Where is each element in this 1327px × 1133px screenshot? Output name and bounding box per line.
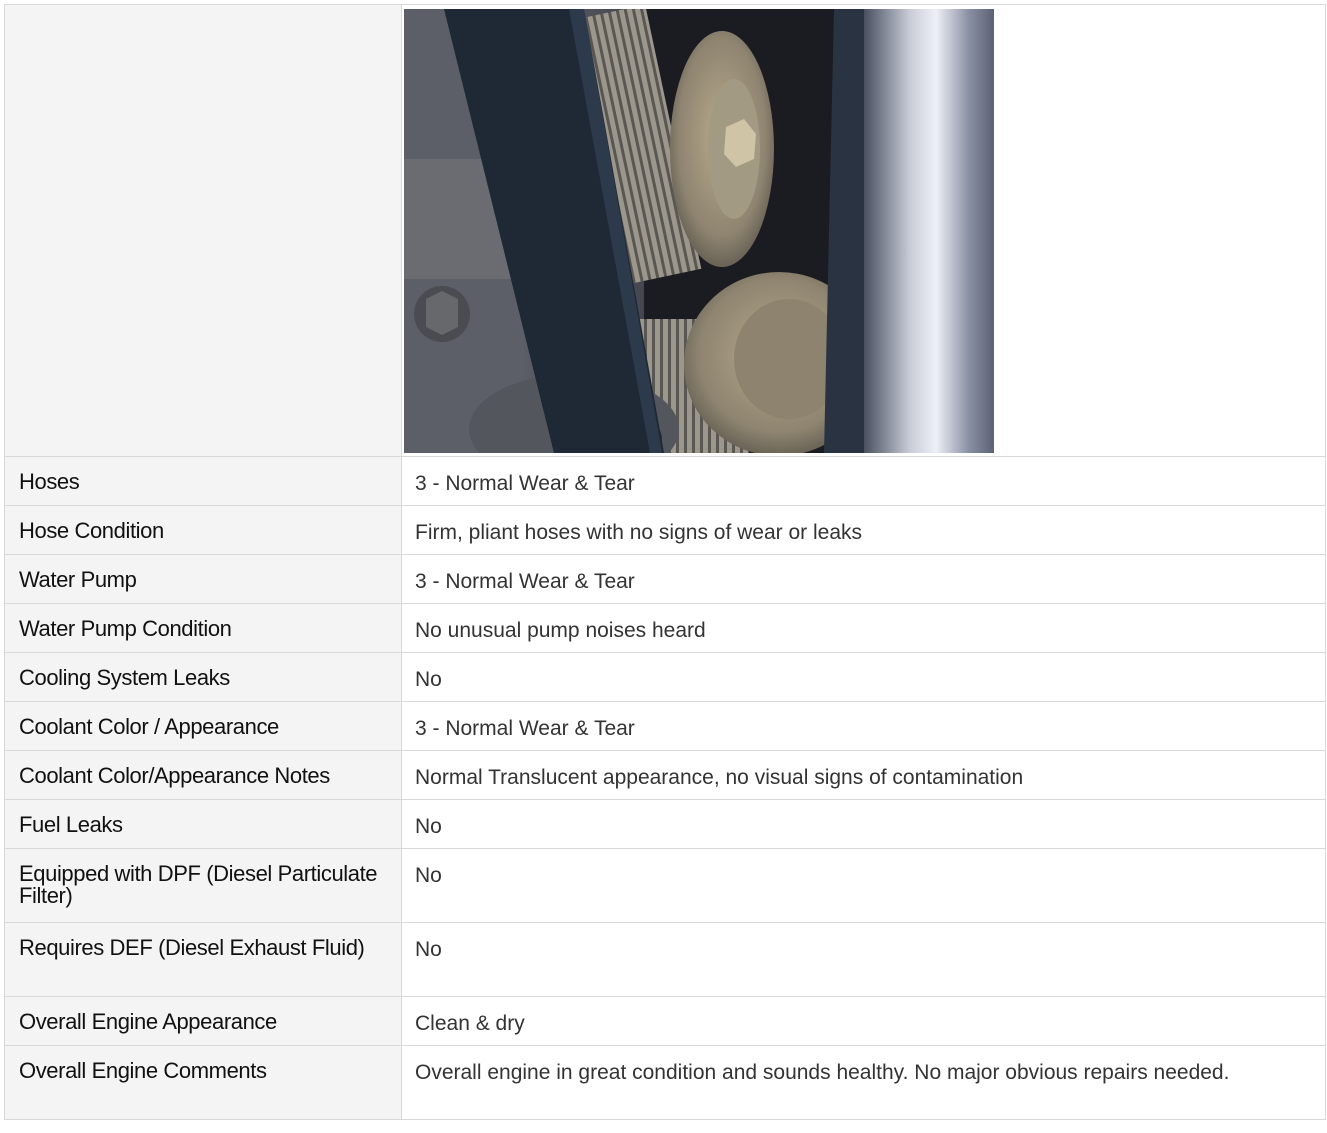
table-row: Overall Engine Appearance Clean & dry <box>4 996 1326 1046</box>
row-value-cooling-system-leaks: No <box>415 668 442 691</box>
table-row: Coolant Color / Appearance 3 - Normal We… <box>4 701 1326 751</box>
row-label-water-pump: Water Pump <box>19 567 137 592</box>
row-label-hose-condition: Hose Condition <box>19 518 164 543</box>
row-label-cooling-system-leaks: Cooling System Leaks <box>19 665 230 690</box>
row-value-hoses: 3 - Normal Wear & Tear <box>415 472 635 495</box>
table-row: Hose Condition Firm, pliant hoses with n… <box>4 505 1326 555</box>
engine-belt-photo[interactable] <box>404 9 995 453</box>
row-label-dpf: Equipped with DPF (Diesel Particulate Fi… <box>19 861 378 908</box>
table-row: Cooling System Leaks No <box>4 652 1326 702</box>
row-label-engine-comments: Overall Engine Comments <box>19 1058 267 1083</box>
row-label-fuel-leaks: Fuel Leaks <box>19 812 123 837</box>
row-label-engine-appearance: Overall Engine Appearance <box>19 1009 277 1034</box>
row-value-fuel-leaks: No <box>415 815 442 838</box>
inspection-table: Hoses 3 - Normal Wear & Tear Hose Condit… <box>4 4 1326 1120</box>
row-value-water-pump-condition: No unusual pump noises heard <box>415 619 706 642</box>
row-label-water-pump-condition: Water Pump Condition <box>19 616 232 641</box>
photo-cell <box>401 4 1326 457</box>
row-label-def: Requires DEF (Diesel Exhaust Fluid) <box>19 935 365 960</box>
row-value-coolant-color: 3 - Normal Wear & Tear <box>415 717 635 740</box>
table-row: Coolant Color/Appearance Notes Normal Tr… <box>4 750 1326 800</box>
row-value-hose-condition: Firm, pliant hoses with no signs of wear… <box>415 521 863 544</box>
row-label-coolant-color: Coolant Color / Appearance <box>19 714 279 739</box>
table-row: Requires DEF (Diesel Exhaust Fluid) No <box>4 922 1326 997</box>
row-value-engine-appearance: Clean & dry <box>415 1012 525 1035</box>
row-value-water-pump: 3 - Normal Wear & Tear <box>415 570 635 593</box>
table-row: Hoses 3 - Normal Wear & Tear <box>4 456 1326 506</box>
row-value-def: No <box>415 938 442 961</box>
row-label-coolant-notes: Coolant Color/Appearance Notes <box>19 763 330 788</box>
row-value-engine-comments: Overall engine in great condition and so… <box>415 1061 1230 1084</box>
table-row: Equipped with DPF (Diesel Particulate Fi… <box>4 848 1326 923</box>
table-row: Fuel Leaks No <box>4 799 1326 849</box>
photo-row <box>4 4 1326 457</box>
row-value-dpf: No <box>415 864 442 887</box>
table-row: Water Pump 3 - Normal Wear & Tear <box>4 554 1326 604</box>
row-label-hoses: Hoses <box>19 469 80 494</box>
table-row: Overall Engine Comments Overall engine i… <box>4 1045 1326 1120</box>
table-row: Water Pump Condition No unusual pump noi… <box>4 603 1326 653</box>
photo-label-cell <box>4 4 402 457</box>
row-value-coolant-notes: Normal Translucent appearance, no visual… <box>415 766 1024 789</box>
